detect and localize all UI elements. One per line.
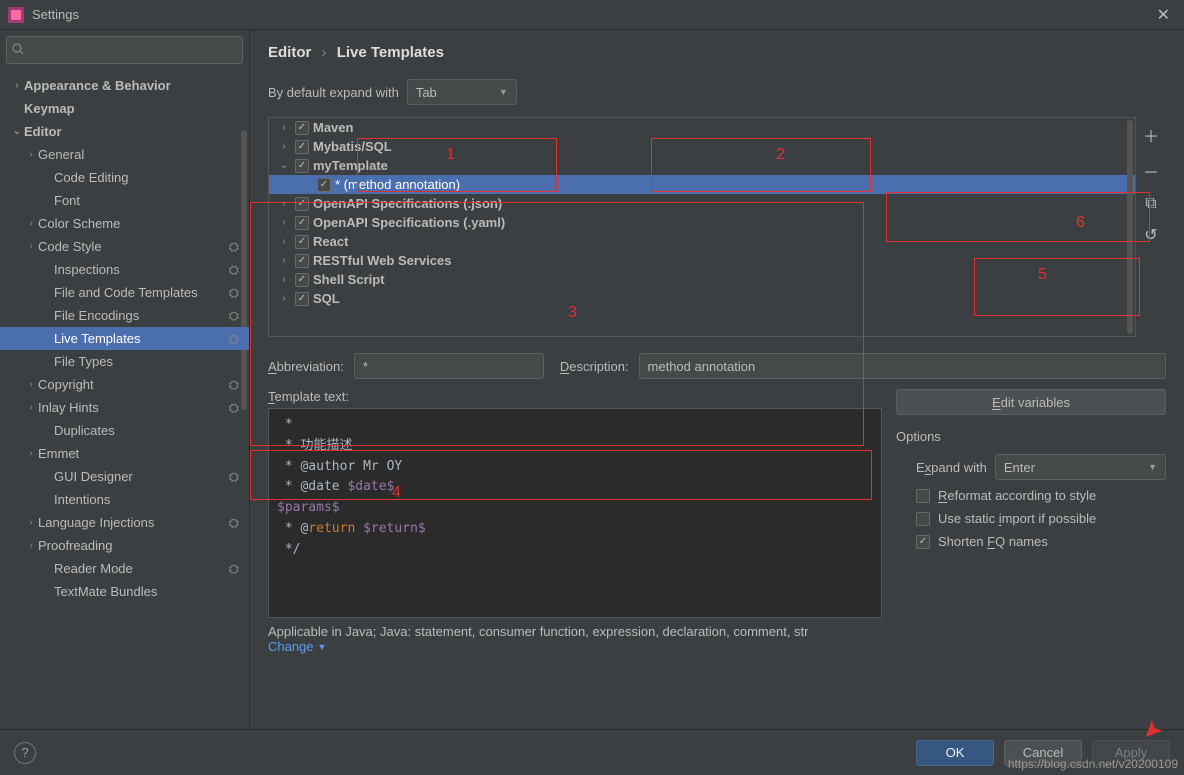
help-button[interactable]: ?	[14, 742, 36, 764]
sidebar-item[interactable]: File and Code Templates⛭	[0, 281, 249, 304]
sidebar-item[interactable]: Intentions	[0, 488, 249, 511]
sidebar-item[interactable]: GUI Designer⛭	[0, 465, 249, 488]
sidebar-item[interactable]: File Types	[0, 350, 249, 373]
sidebar-item[interactable]: Live Templates⛭	[0, 327, 249, 350]
template-list-item[interactable]: * (method annotation)	[269, 175, 1135, 194]
template-list-item[interactable]: ›Maven	[269, 118, 1135, 137]
template-list[interactable]: ›Maven›Mybatis/SQL⌄myTemplate* (method a…	[268, 117, 1136, 337]
remove-button[interactable]: －	[1143, 159, 1159, 183]
description-input[interactable]	[639, 353, 1166, 379]
scrollbar[interactable]	[1127, 120, 1133, 334]
sidebar-item[interactable]: ›Emmet	[0, 442, 249, 465]
breadcrumb-leaf: Live Templates	[337, 44, 444, 61]
titlebar: Settings ✕	[0, 0, 1184, 30]
sidebar-item[interactable]: ›Copyright⛭	[0, 373, 249, 396]
template-list-item[interactable]: ›Shell Script	[269, 270, 1135, 289]
change-link[interactable]: Change ▼	[268, 639, 326, 654]
description-label: Description:	[560, 359, 629, 374]
sidebar: ›Appearance & BehaviorKeymap⌄Editor›Gene…	[0, 30, 250, 730]
search-icon	[12, 43, 24, 55]
sidebar-item[interactable]: Reader Mode⛭	[0, 557, 249, 580]
options-title: Options	[896, 429, 1166, 444]
template-text-editor[interactable]: * * 功能描述 * @author Mr OY * @date $date$ …	[268, 408, 882, 618]
template-list-item[interactable]: ›React	[269, 232, 1135, 251]
applicable-text: Applicable in Java; Java: statement, con…	[268, 624, 1166, 639]
template-list-item[interactable]: ›OpenAPI Specifications (.json)	[269, 194, 1135, 213]
sidebar-item[interactable]: ›Appearance & Behavior	[0, 74, 249, 97]
sidebar-item[interactable]: ›General	[0, 143, 249, 166]
sidebar-item[interactable]: Font	[0, 189, 249, 212]
ok-button[interactable]: OK	[916, 740, 994, 766]
expand-with-select[interactable]: Enter ▼	[995, 454, 1166, 480]
breadcrumb: Editor › Live Templates	[268, 44, 1166, 61]
sidebar-item[interactable]: ›Language Injections⛭	[0, 511, 249, 534]
template-list-item[interactable]: ›SQL	[269, 289, 1135, 308]
chevron-down-icon: ▼	[499, 87, 508, 97]
expand-default-label: By default expand with	[268, 85, 399, 100]
template-list-item[interactable]: ›OpenAPI Specifications (.yaml)	[269, 213, 1135, 232]
settings-tree[interactable]: ›Appearance & BehaviorKeymap⌄Editor›Gene…	[0, 70, 249, 730]
template-list-item[interactable]: ›RESTful Web Services	[269, 251, 1135, 270]
expand-with-label: Expand with	[916, 460, 987, 475]
breadcrumb-root[interactable]: Editor	[268, 44, 311, 61]
expand-default-value: Tab	[416, 85, 437, 100]
reformat-checkbox[interactable]	[916, 489, 930, 503]
sidebar-item[interactable]: ›Inlay Hints⛭	[0, 396, 249, 419]
expand-default-select[interactable]: Tab ▼	[407, 79, 517, 105]
search-input[interactable]	[6, 36, 243, 64]
sidebar-item[interactable]: TextMate Bundles	[0, 580, 249, 603]
template-list-item[interactable]: ⌄myTemplate	[269, 156, 1135, 175]
sidebar-item[interactable]: Inspections⛭	[0, 258, 249, 281]
window-title: Settings	[32, 7, 1151, 22]
static-import-checkbox[interactable]	[916, 512, 930, 526]
chevron-down-icon: ▼	[318, 642, 327, 652]
chevron-down-icon: ▼	[1148, 462, 1157, 472]
shorten-fq-checkbox[interactable]	[916, 535, 930, 549]
sidebar-item[interactable]: ›Code Style⛭	[0, 235, 249, 258]
sidebar-item[interactable]: File Encodings⛭	[0, 304, 249, 327]
sidebar-item[interactable]: Duplicates	[0, 419, 249, 442]
revert-button[interactable]: ↺	[1144, 225, 1157, 245]
abbreviation-input[interactable]	[354, 353, 544, 379]
watermark: https://blog.csdn.net/v20200109	[1008, 757, 1178, 771]
sidebar-item[interactable]: ›Proofreading	[0, 534, 249, 557]
add-button[interactable]: ＋	[1143, 123, 1159, 147]
static-import-label: Use static import if possible	[938, 511, 1096, 526]
shorten-fq-label: Shorten FQ names	[938, 534, 1048, 549]
close-icon[interactable]: ✕	[1151, 5, 1176, 25]
breadcrumb-sep: ›	[322, 44, 327, 61]
reformat-label: Reformat according to style	[938, 488, 1096, 503]
edit-variables-button[interactable]: Edit variables	[896, 389, 1166, 415]
content-panel: Editor › Live Templates By default expan…	[250, 30, 1184, 730]
abbreviation-label: AAbbreviation:bbreviation:	[268, 359, 344, 374]
app-icon	[8, 7, 24, 23]
sidebar-item[interactable]: Keymap	[0, 97, 249, 120]
footer: ? OK Cancel Apply	[0, 729, 1184, 775]
sidebar-item[interactable]: ⌄Editor	[0, 120, 249, 143]
template-text-label: Template text:	[268, 389, 882, 404]
expand-with-value: Enter	[1004, 460, 1035, 475]
list-side-buttons: ＋ － ⧉ ↺	[1136, 117, 1166, 337]
sidebar-item[interactable]: Code Editing	[0, 166, 249, 189]
sidebar-item[interactable]: ›Color Scheme	[0, 212, 249, 235]
template-list-item[interactable]: ›Mybatis/SQL	[269, 137, 1135, 156]
copy-button[interactable]: ⧉	[1145, 195, 1156, 213]
